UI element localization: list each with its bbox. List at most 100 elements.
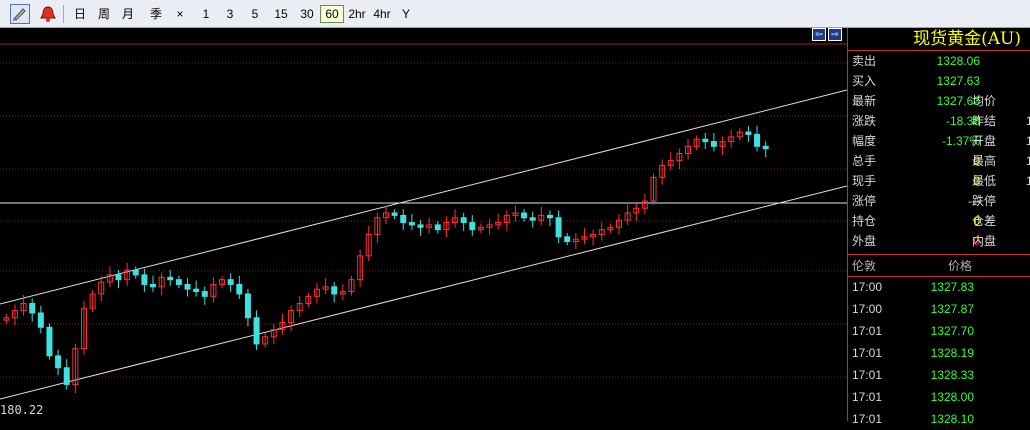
draw-tool-icon[interactable] xyxy=(10,4,30,24)
quote-row: 现手 0 最低 1 xyxy=(848,171,1030,191)
tick-price: 1328.10 xyxy=(930,412,974,426)
candle-body xyxy=(521,212,528,219)
alarm-bell-icon[interactable] xyxy=(38,4,58,24)
quote-value-secondary: 1 xyxy=(1026,154,1030,168)
quote-row: 涨跌 -18.38 昨结 1 xyxy=(848,111,1030,131)
tick-price: 1328.00 xyxy=(930,390,974,404)
tick-row: 17:00 1327.83 xyxy=(848,276,1030,298)
period-button[interactable]: 4hr xyxy=(370,5,394,23)
period-button[interactable]: 30 xyxy=(295,5,319,23)
candle-body xyxy=(702,138,709,143)
toolbar: 日周月季 × 1 3 5 15 30 60 2hr 4hr Y xyxy=(0,0,1030,28)
period-button[interactable]: 5 xyxy=(245,5,265,23)
tick-time: 17:00 xyxy=(852,302,883,316)
panel-divider xyxy=(848,254,1030,255)
period-button[interactable]: 季 xyxy=(144,5,168,23)
quote-label: 买入 xyxy=(852,74,877,88)
quote-label: 幅度 xyxy=(852,134,877,148)
candle-body xyxy=(37,312,44,328)
scroll-right-button[interactable]: ⇨ xyxy=(828,28,842,41)
period-button[interactable]: 1 xyxy=(196,5,216,23)
quote-row: 卖出 1328.06 xyxy=(848,51,1030,71)
candle-body xyxy=(184,283,191,290)
candle-body xyxy=(529,217,536,221)
quote-value-secondary: 1 xyxy=(1026,174,1030,188)
period-button[interactable]: 日 xyxy=(70,5,90,23)
quote-label-secondary: 内盘 xyxy=(972,234,997,248)
tick-time: 17:01 xyxy=(852,346,883,360)
candle-body xyxy=(193,288,200,293)
tick-row: 17:01 1328.33 xyxy=(848,364,1030,386)
candle-body xyxy=(236,283,243,295)
quote-label: 现手 xyxy=(852,174,877,188)
quote-panel: 现货黄金(AU) 卖出 1328.06 买入 1327.63 最新 1327.63 均价 涨跌… xyxy=(847,28,1030,426)
candle-body xyxy=(710,141,717,147)
period-button[interactable]: 60 xyxy=(320,5,344,23)
period-button[interactable]: Y xyxy=(398,5,414,23)
tick-time: 17:01 xyxy=(852,368,883,382)
quote-row: 外盘 0 内盘 xyxy=(848,231,1030,251)
candle-body xyxy=(460,217,467,224)
tick-row: 17:01 1328.10 xyxy=(848,408,1030,430)
quote-label-secondary: 跌停 xyxy=(972,194,997,208)
tick-time: 17:00 xyxy=(852,280,883,294)
quote-row: 买入 1327.63 xyxy=(848,71,1030,91)
quote-label: 外盘 xyxy=(852,234,877,248)
quote-row: 持仓 0 仓差 xyxy=(848,211,1030,231)
candle-body xyxy=(469,222,476,231)
quote-label-secondary: 开盘 xyxy=(972,134,997,148)
candle-body xyxy=(227,279,234,285)
ticks-header-time: 伦敦 xyxy=(852,259,877,273)
tick-time: 17:01 xyxy=(852,390,883,404)
ticks-header-price: 价格 xyxy=(948,259,973,273)
period-button[interactable]: × xyxy=(170,5,190,23)
quote-label: 涨跌 xyxy=(852,114,877,128)
quote-value: 0 xyxy=(973,234,980,248)
instrument-title: 现货黄金(AU) xyxy=(913,29,1021,49)
quote-value: 0 xyxy=(973,214,980,228)
tick-row: 17:00 1327.87 xyxy=(848,298,1030,320)
tick-time: 17:01 xyxy=(852,412,883,426)
candle-body xyxy=(253,317,260,345)
chart-canvas[interactable] xyxy=(0,28,847,421)
channel-lower-line xyxy=(0,185,847,400)
quote-value: 1327.63 xyxy=(936,94,980,108)
quote-label: 卖出 xyxy=(852,54,877,68)
candle-body xyxy=(391,212,398,216)
ticks-header: 伦敦 价格 xyxy=(848,256,1030,276)
quote-label-secondary: 最高 xyxy=(972,154,997,168)
tick-row: 17:01 1327.70 xyxy=(848,320,1030,342)
period-button[interactable]: 周 xyxy=(94,5,114,23)
quote-value: 1328.06 xyxy=(936,54,980,68)
candle-body xyxy=(141,274,148,285)
candlestick-chart[interactable] xyxy=(0,28,847,421)
tick-time: 17:01 xyxy=(852,324,883,338)
period-button[interactable]: 月 xyxy=(118,5,138,23)
period-button[interactable]: 3 xyxy=(220,5,240,23)
candle-body xyxy=(555,217,562,238)
candle-body xyxy=(29,302,36,314)
period-button[interactable]: 2hr xyxy=(346,5,368,23)
candle-body xyxy=(762,145,769,150)
candle-body xyxy=(564,236,571,243)
period-button[interactable]: 15 xyxy=(268,5,294,23)
scroll-left-button[interactable]: ⇦ xyxy=(812,28,826,41)
low-price-label: 180.22 xyxy=(0,403,44,417)
tick-row: 17:01 1328.00 xyxy=(848,386,1030,408)
candle-body xyxy=(754,133,761,147)
quote-value: 0 xyxy=(973,154,980,168)
quote-label-secondary: 最低 xyxy=(972,174,997,188)
tick-price: 1327.83 xyxy=(930,280,974,294)
tick-price: 1328.33 xyxy=(930,368,974,382)
candle-body xyxy=(150,283,157,288)
quote-label-secondary: 仓差 xyxy=(972,214,997,228)
quote-label-secondary: 昨结 xyxy=(972,114,997,128)
tick-price: 1327.87 xyxy=(930,302,974,316)
quote-row: 涨停 --- 跌停 xyxy=(848,191,1030,211)
candle-body xyxy=(400,214,407,224)
quote-value: -1.37% xyxy=(941,134,980,148)
quote-value: --- xyxy=(968,194,980,208)
quote-value-secondary: 1 xyxy=(1026,114,1030,128)
candle-body xyxy=(201,291,208,297)
candle-body xyxy=(175,279,182,285)
